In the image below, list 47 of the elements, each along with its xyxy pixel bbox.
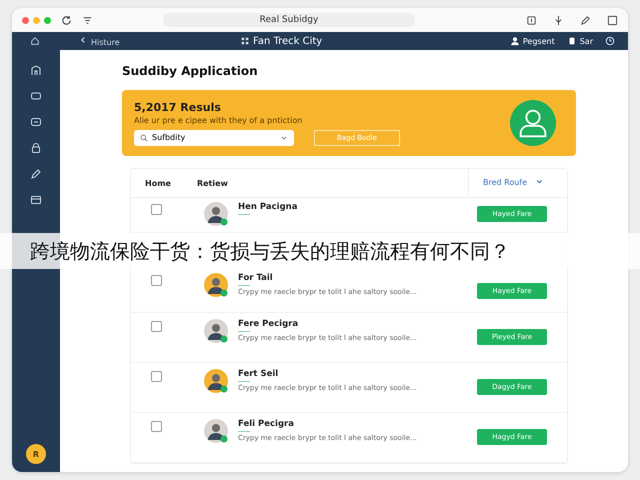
grid-icon: [240, 36, 250, 46]
applicant-name: Fere Pecigra: [238, 319, 300, 329]
results-heading: 5,2017 Resuls: [134, 100, 222, 114]
row-checkbox[interactable]: [151, 371, 162, 382]
address-field[interactable]: Real Subidgy: [163, 13, 415, 27]
person-icon: [510, 36, 520, 46]
page-title: Suddiby Application: [122, 64, 259, 78]
refresh-icon[interactable]: [61, 14, 72, 26]
clock-icon[interactable]: [605, 36, 615, 46]
caption-text: 跨境物流保险干货：货损与丢失的理赔流程有何不同？: [30, 238, 510, 264]
search-icon: [140, 134, 148, 142]
avatar-icon: [204, 273, 228, 297]
avatar-icon: [204, 369, 228, 393]
row-checkbox[interactable]: [151, 204, 162, 215]
user-link[interactable]: Pegsent: [510, 36, 555, 46]
avatar-icon: [204, 202, 228, 226]
row-checkbox[interactable]: [151, 275, 162, 286]
user-avatar[interactable]: R: [26, 444, 46, 464]
applicant-name: Feli Pecigra: [238, 419, 295, 429]
pen-icon[interactable]: [580, 14, 591, 26]
filter-icon[interactable]: [82, 14, 93, 26]
applicant-name: For Tail: [238, 273, 274, 283]
settings-link[interactable]: Sar: [566, 36, 593, 46]
table-tab[interactable]: Retiew: [196, 178, 228, 188]
phone-icon: [566, 36, 577, 46]
filter-dropdown[interactable]: Bred Roufe: [468, 169, 553, 197]
row-checkbox[interactable]: [151, 321, 162, 332]
sidebar-icon[interactable]: [607, 14, 618, 26]
back-link[interactable]: Histure: [78, 35, 228, 47]
search-field[interactable]: Sufbdity: [134, 130, 294, 146]
applicant-name: Hen Pacigna: [238, 202, 298, 212]
chevron-down-icon: [535, 177, 544, 186]
message-icon[interactable]: [30, 116, 42, 128]
home-icon[interactable]: [30, 36, 40, 46]
tv-icon[interactable]: [30, 90, 42, 102]
row-checkbox[interactable]: [151, 421, 162, 432]
nav-title: Fan Treck City: [253, 36, 322, 46]
applicant-name: Fert Seil: [238, 369, 280, 379]
results-text: Alie ur pre e cipee with they of a pntiction: [134, 116, 304, 124]
building-icon[interactable]: [30, 64, 42, 76]
avatar-icon: [204, 319, 228, 343]
card-icon[interactable]: [30, 194, 42, 206]
user-avatar-icon: [510, 100, 556, 146]
table-tab[interactable]: Home: [145, 178, 171, 188]
avatar-icon: [204, 419, 228, 443]
lock-icon[interactable]: [30, 142, 42, 154]
close-icon[interactable]: [22, 16, 29, 24]
